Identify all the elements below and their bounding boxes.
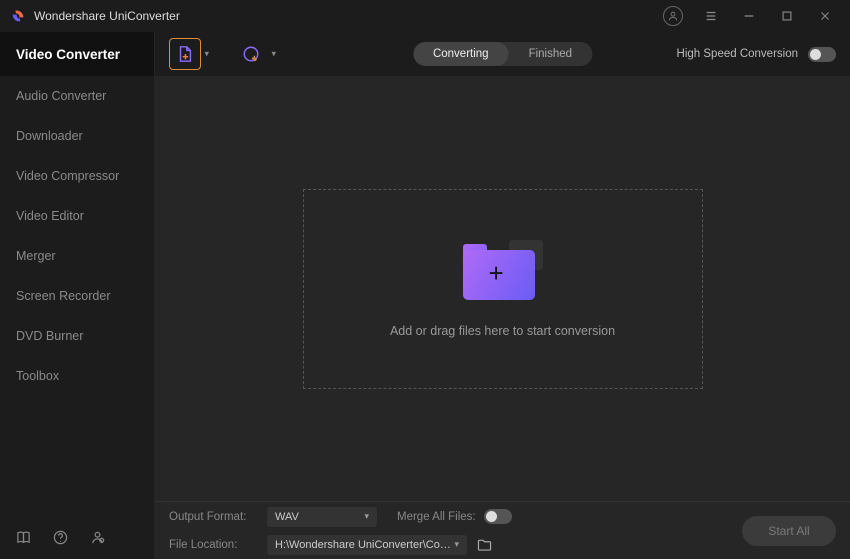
drop-area-text: Add or drag files here to start conversi… xyxy=(390,324,615,338)
sidebar-item-toolbox[interactable]: Toolbox xyxy=(0,356,154,396)
merge-files-toggle[interactable] xyxy=(484,509,512,524)
high-speed-toggle[interactable] xyxy=(808,47,836,62)
sidebar-item-label: Video Editor xyxy=(16,209,84,223)
sidebar-item-video-editor[interactable]: Video Editor xyxy=(0,196,154,236)
output-format-label: Output Format: xyxy=(169,511,257,523)
maximize-button[interactable] xyxy=(772,2,802,30)
menu-button[interactable] xyxy=(696,2,726,30)
user-account-button[interactable] xyxy=(658,2,688,30)
high-speed-label: High Speed Conversion xyxy=(677,48,798,60)
output-format-select[interactable]: WAV ▾ xyxy=(267,507,377,527)
toolbar: ▾ ▾ Converting Finished High Speed Conve… xyxy=(155,32,850,76)
sidebar-item-video-converter[interactable]: Video Converter xyxy=(0,32,154,76)
sidebar-item-label: Video Compressor xyxy=(16,169,119,183)
file-location-label: File Location: xyxy=(169,539,257,551)
minimize-button[interactable] xyxy=(734,2,764,30)
start-all-label: Start All xyxy=(768,524,809,538)
status-tabs: Converting Finished xyxy=(413,42,592,66)
tab-label: Converting xyxy=(433,48,489,60)
open-folder-button[interactable] xyxy=(477,538,492,551)
chevron-down-icon: ▾ xyxy=(204,49,209,60)
download-button[interactable]: ▾ xyxy=(235,38,267,70)
chevron-down-icon: ▾ xyxy=(271,49,276,60)
user-icon xyxy=(663,6,683,26)
guide-icon[interactable] xyxy=(16,530,31,545)
help-icon[interactable] xyxy=(53,530,68,545)
tab-label: Finished xyxy=(529,48,572,60)
sidebar-item-video-compressor[interactable]: Video Compressor xyxy=(0,156,154,196)
chevron-down-icon: ▾ xyxy=(364,511,369,522)
sidebar: Video Converter Audio Converter Download… xyxy=(0,32,155,559)
sidebar-item-label: Merger xyxy=(16,249,56,263)
sidebar-item-label: Screen Recorder xyxy=(16,289,111,303)
app-logo-icon xyxy=(10,8,26,24)
merge-files-label: Merge All Files: xyxy=(397,511,476,523)
app-window: Wondershare UniConverter Video Converter… xyxy=(0,0,850,559)
account-settings-icon[interactable] xyxy=(90,530,105,545)
main-panel: ▾ ▾ Converting Finished High Speed Conve… xyxy=(155,32,850,559)
sidebar-item-label: Video Converter xyxy=(16,47,120,62)
app-title: Wondershare UniConverter xyxy=(34,9,180,23)
add-files-button[interactable]: ▾ xyxy=(169,38,201,70)
title-bar: Wondershare UniConverter xyxy=(0,0,850,32)
tab-finished[interactable]: Finished xyxy=(509,42,592,66)
output-format-value: WAV xyxy=(275,511,299,523)
chevron-down-icon: ▾ xyxy=(454,539,459,550)
add-folder-icon: + xyxy=(463,240,543,300)
sidebar-item-label: Toolbox xyxy=(16,369,59,383)
bottom-bar: Output Format: WAV ▾ Merge All Files: Fi… xyxy=(155,501,850,559)
drop-area[interactable]: + Add or drag files here to start conver… xyxy=(303,189,703,389)
sidebar-footer xyxy=(0,515,154,559)
sidebar-item-audio-converter[interactable]: Audio Converter xyxy=(0,76,154,116)
sidebar-item-label: Downloader xyxy=(16,129,83,143)
file-location-value: H:\Wondershare UniConverter\Converted xyxy=(275,539,454,551)
sidebar-item-screen-recorder[interactable]: Screen Recorder xyxy=(0,276,154,316)
sidebar-item-merger[interactable]: Merger xyxy=(0,236,154,276)
sidebar-item-dvd-burner[interactable]: DVD Burner xyxy=(0,316,154,356)
close-button[interactable] xyxy=(810,2,840,30)
sidebar-item-label: DVD Burner xyxy=(16,329,83,343)
file-location-select[interactable]: H:\Wondershare UniConverter\Converted ▾ xyxy=(267,535,467,555)
sidebar-item-downloader[interactable]: Downloader xyxy=(0,116,154,156)
sidebar-item-label: Audio Converter xyxy=(16,89,106,103)
tab-converting[interactable]: Converting xyxy=(413,42,509,66)
start-all-button[interactable]: Start All xyxy=(742,516,836,546)
